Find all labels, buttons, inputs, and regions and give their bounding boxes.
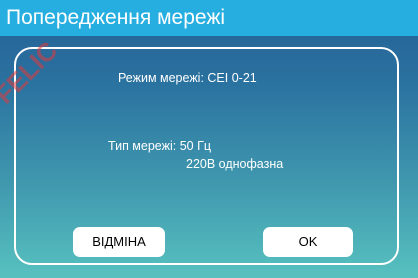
- grid-warning-screen: Попередження мережі Режим мережі: CEI 0-…: [0, 0, 418, 278]
- grid-type-text: Тип мережі: 50 Гц: [108, 139, 212, 153]
- page-title: Попередження мережі: [6, 6, 226, 29]
- ok-button[interactable]: OK: [263, 227, 353, 257]
- grid-phase-text: 220В однофазна: [186, 157, 284, 171]
- title-bar: Попередження мережі: [0, 0, 418, 36]
- grid-mode-text: Режим мережі: CEI 0-21: [118, 71, 257, 85]
- cancel-button[interactable]: ВІДМІНА: [73, 227, 165, 257]
